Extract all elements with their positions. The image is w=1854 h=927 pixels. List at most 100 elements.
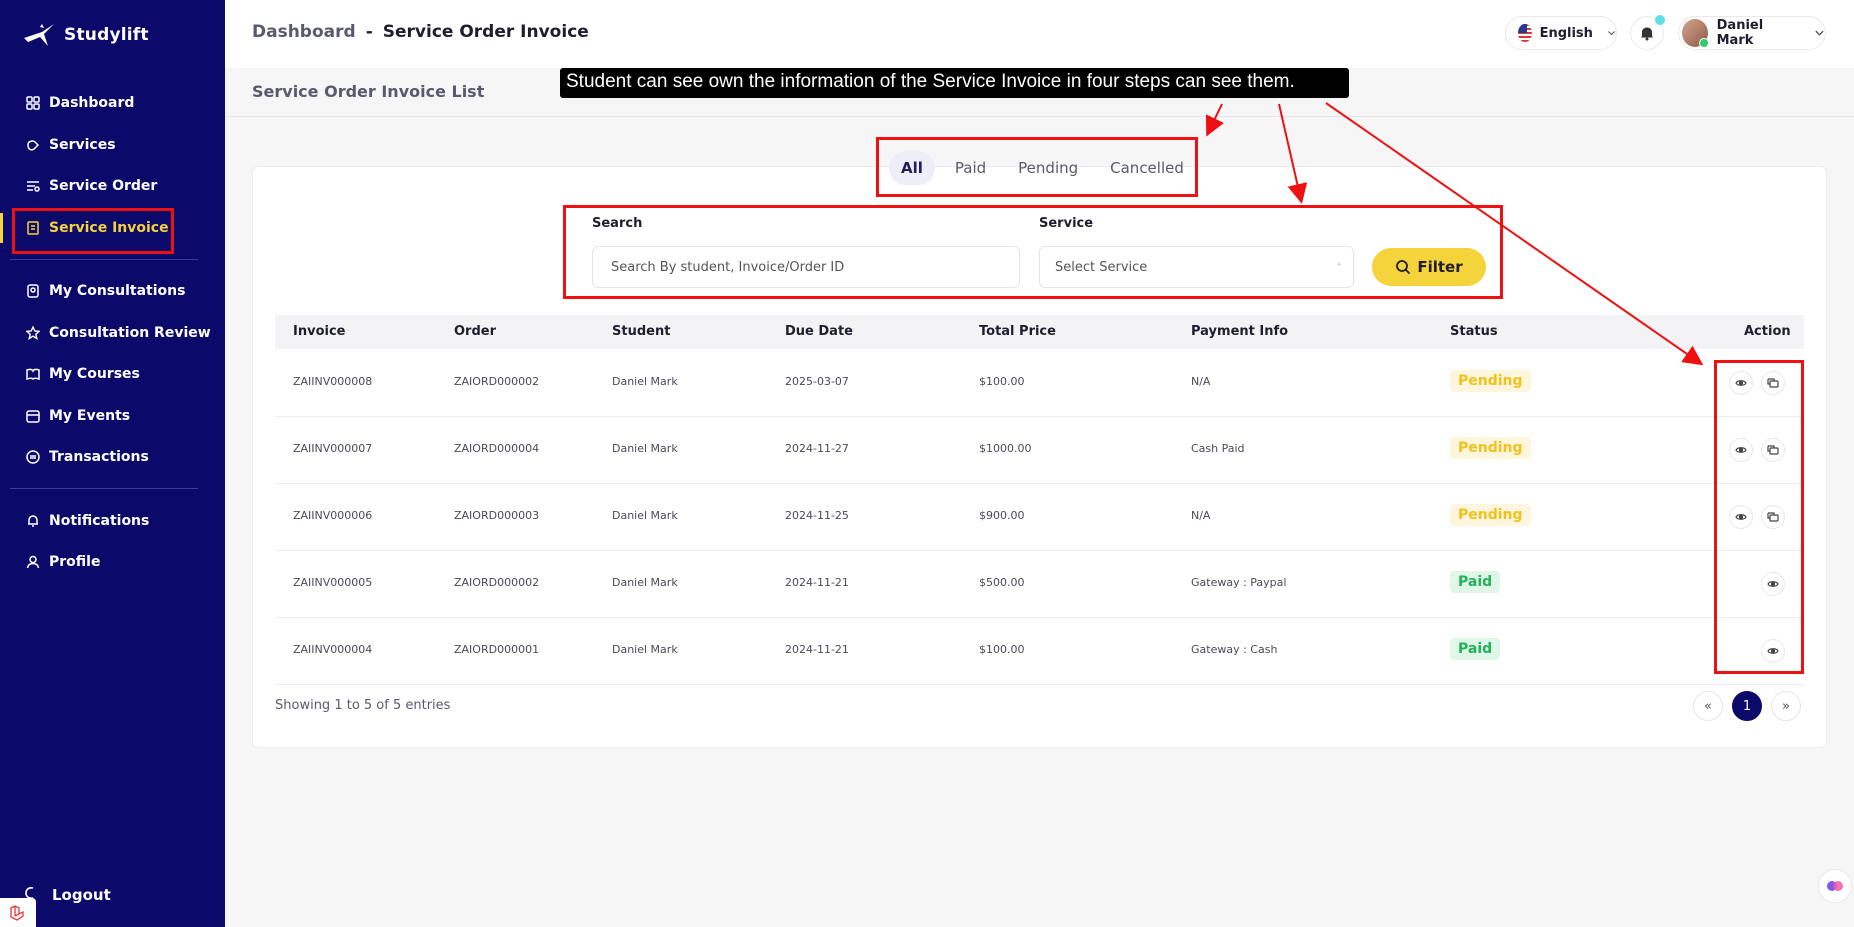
list-title: Service Order Invoice List xyxy=(252,82,485,101)
pagination-summary: Showing 1 to 5 of 5 entries xyxy=(275,698,451,713)
cell-payment: N/A xyxy=(1191,509,1211,522)
cell-invoice: ZAIINV000005 xyxy=(293,576,373,589)
consultation-icon xyxy=(26,284,40,298)
table-row: ZAIINV000005 ZAIORD000002 Daniel Mark 20… xyxy=(275,551,1804,618)
sidebar-item-label: Profile xyxy=(49,554,101,570)
eye-icon xyxy=(1735,380,1747,386)
table-row: ZAIINV000008 ZAIORD000002 Daniel Mark 20… xyxy=(275,350,1804,417)
sidebar-item-label: My Courses xyxy=(49,366,140,382)
status-badge: Paid xyxy=(1450,638,1501,660)
table-row: ZAIINV000006 ZAIORD000003 Daniel Mark 20… xyxy=(275,484,1804,551)
sidebar-item-consultation-review[interactable]: Consultation Review xyxy=(26,322,211,344)
cell-payment: Gateway : Cash xyxy=(1191,643,1278,656)
tab-all[interactable]: All xyxy=(889,151,935,185)
search-label: Search xyxy=(592,216,643,231)
logo-icon xyxy=(24,24,54,46)
service-label: Service xyxy=(1039,216,1094,231)
sidebar-item-notifications[interactable]: Notifications xyxy=(26,510,149,532)
sidebar-item-label: Notifications xyxy=(49,513,150,529)
col-action: Action xyxy=(1744,324,1791,339)
cell-due-date: 2024-11-25 xyxy=(785,509,849,522)
search-input[interactable]: Search By student, Invoice/Order ID xyxy=(592,246,1020,288)
language-selector[interactable]: English xyxy=(1505,16,1617,50)
view-button[interactable] xyxy=(1729,371,1753,395)
table-row: ZAIINV000007 ZAIORD000004 Daniel Mark 20… xyxy=(275,417,1804,484)
view-button[interactable] xyxy=(1761,639,1785,663)
pagination-prev[interactable]: « xyxy=(1693,691,1723,721)
cell-due-date: 2024-11-21 xyxy=(785,576,849,589)
bell-icon xyxy=(26,514,40,528)
breadcrumb: Dashboard - Service Order Invoice xyxy=(252,22,589,42)
sidebar-item-dashboard[interactable]: Dashboard xyxy=(26,92,134,114)
pay-button[interactable] xyxy=(1761,438,1785,462)
status-badge: Pending xyxy=(1450,437,1531,459)
service-select[interactable]: Select Service - xyxy=(1039,246,1354,288)
transactions-icon xyxy=(26,450,40,464)
cell-total: $1000.00 xyxy=(979,442,1032,455)
page-title: Service Order Invoice xyxy=(382,22,589,42)
col-payment-info: Payment Info xyxy=(1191,324,1289,339)
sidebar-item-services[interactable]: Services xyxy=(26,134,116,156)
sidebar-item-transactions[interactable]: Transactions xyxy=(26,446,149,468)
status-badge: Paid xyxy=(1450,571,1501,593)
sidebar-item-profile[interactable]: Profile xyxy=(26,551,100,573)
cell-invoice: ZAIINV000007 xyxy=(293,442,373,455)
user-menu[interactable]: Daniel Mark xyxy=(1678,16,1826,50)
service-select-value: Select Service xyxy=(1055,259,1148,275)
tab-cancelled[interactable]: Cancelled xyxy=(1098,151,1196,185)
tab-pending[interactable]: Pending xyxy=(1006,151,1090,185)
cell-order: ZAIORD000001 xyxy=(454,643,540,656)
cell-invoice: ZAIINV000008 xyxy=(293,375,373,388)
col-due-date: Due Date xyxy=(785,324,853,339)
payment-icon xyxy=(1767,378,1779,388)
sidebar-item-my-courses[interactable]: My Courses xyxy=(26,363,140,385)
sidebar-item-my-consultations[interactable]: My Consultations xyxy=(26,280,185,302)
pagination-next[interactable]: » xyxy=(1771,691,1801,721)
cell-student: Daniel Mark xyxy=(612,576,678,589)
sidebar-item-my-events[interactable]: My Events xyxy=(26,405,130,427)
status-badge: Pending xyxy=(1450,370,1531,392)
cell-student: Daniel Mark xyxy=(612,643,678,656)
breadcrumb-parent[interactable]: Dashboard xyxy=(252,22,356,42)
view-button[interactable] xyxy=(1761,572,1785,596)
notification-dot xyxy=(1655,15,1665,25)
view-button[interactable] xyxy=(1729,438,1753,462)
sidebar-item-service-invoice[interactable]: Service Invoice xyxy=(26,217,169,239)
courses-icon xyxy=(26,367,40,381)
logout-button[interactable]: Logout xyxy=(24,886,111,904)
filter-button[interactable]: Filter xyxy=(1372,248,1486,286)
user-name: Daniel Mark xyxy=(1716,18,1764,48)
col-order: Order xyxy=(454,324,496,339)
eye-icon xyxy=(1735,447,1747,453)
cell-student: Daniel Mark xyxy=(612,442,678,455)
payment-icon xyxy=(1767,445,1779,455)
payment-icon xyxy=(1767,512,1779,522)
cell-payment: Gateway : Paypal xyxy=(1191,576,1287,589)
sidebar-divider xyxy=(10,259,198,260)
cell-student: Daniel Mark xyxy=(612,375,678,388)
laravel-icon[interactable] xyxy=(0,898,36,927)
sidebar-item-label: Service Order xyxy=(49,178,158,194)
logo[interactable]: Studylift xyxy=(22,20,149,50)
top-header: Dashboard - Service Order Invoice Englis… xyxy=(225,0,1854,68)
user-icon xyxy=(26,555,40,569)
chevron-down-icon xyxy=(1608,31,1615,36)
select-arrow-icon: - xyxy=(1337,259,1341,270)
cell-total: $500.00 xyxy=(979,576,1025,589)
tab-paid[interactable]: Paid xyxy=(943,151,998,185)
pay-button[interactable] xyxy=(1761,371,1785,395)
pay-button[interactable] xyxy=(1761,505,1785,529)
sidebar: Studylift Dashboard Services Service Ord… xyxy=(0,0,225,927)
view-button[interactable] xyxy=(1729,505,1753,529)
sidebar-item-label: My Consultations xyxy=(49,283,186,299)
table-header: Invoice Order Student Due Date Total Pri… xyxy=(275,315,1804,349)
chevron-down-icon xyxy=(1815,30,1824,36)
sidebar-item-service-order[interactable]: Service Order xyxy=(26,175,157,197)
pagination-page-1[interactable]: 1 xyxy=(1732,691,1762,721)
assistant-icon[interactable] xyxy=(1818,869,1852,903)
avatar xyxy=(1682,19,1709,48)
app-name: Studylift xyxy=(64,25,149,45)
sidebar-item-label: Services xyxy=(49,137,116,153)
table-row: ZAIINV000004 ZAIORD000001 Daniel Mark 20… xyxy=(275,618,1804,685)
sidebar-item-label: Transactions xyxy=(49,449,149,465)
